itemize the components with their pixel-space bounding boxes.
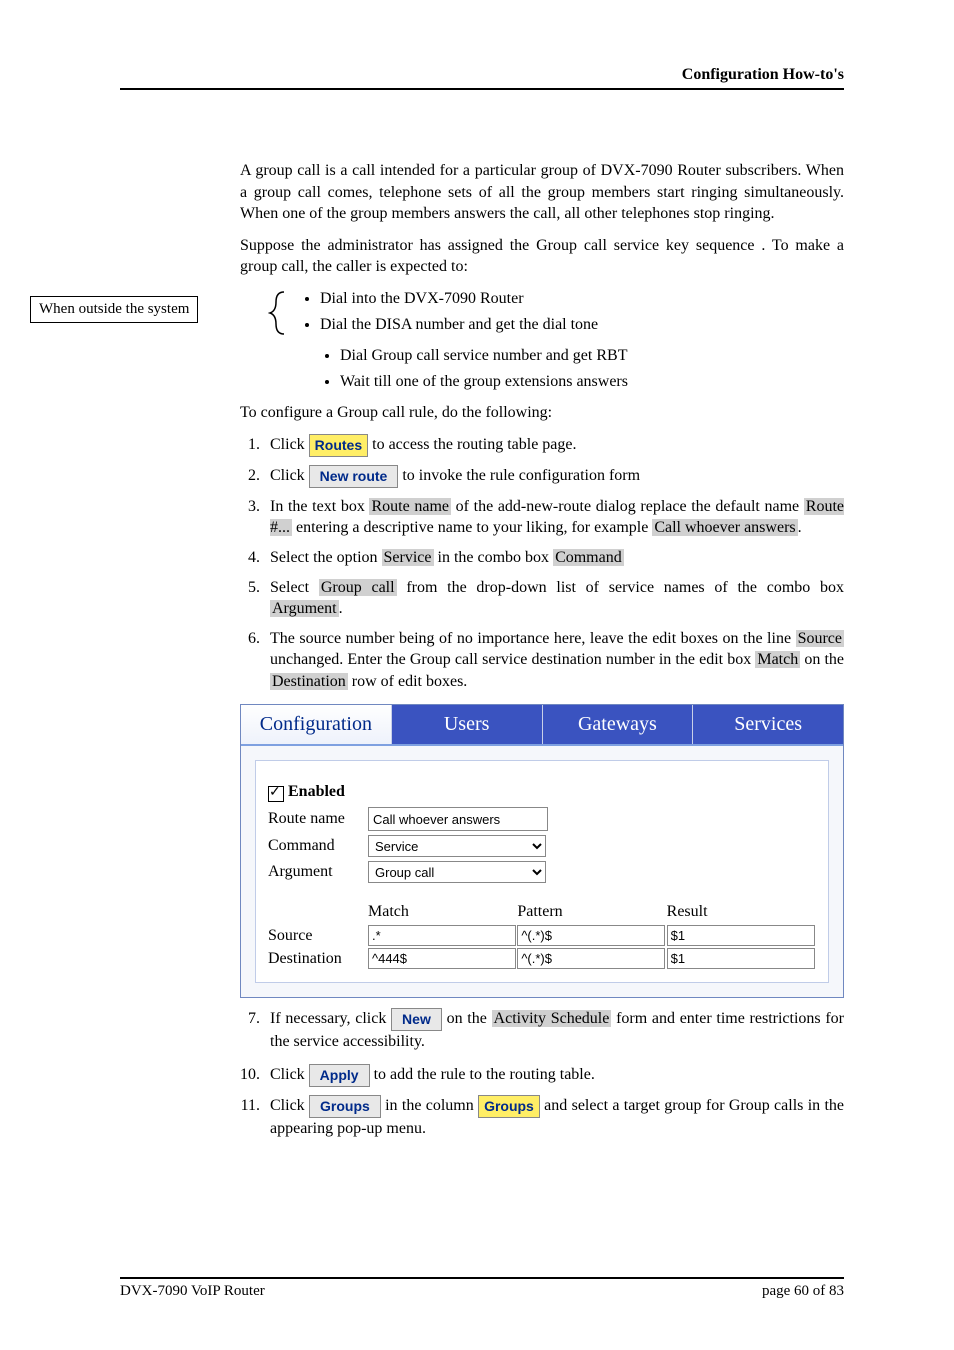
bullet-item: Dial into the DVX-7090 Router <box>320 288 844 310</box>
step-1: Click Routes to access the routing table… <box>264 434 844 457</box>
argument-label: Argument <box>268 861 368 883</box>
destination-match-input[interactable] <box>368 948 516 969</box>
bullet-item: Dial Group call service number and get R… <box>340 345 844 367</box>
destination-pattern-input[interactable] <box>517 948 665 969</box>
new-button[interactable]: New <box>391 1008 442 1031</box>
bullet-list-outer: Dial into the DVX-7090 Router Dial the D… <box>240 288 844 335</box>
command-select[interactable]: Service <box>368 835 546 857</box>
step-10: Click Apply to add the rule to the routi… <box>264 1064 844 1087</box>
config-panel: Configuration Users Gateways Services En… <box>240 704 844 997</box>
steps-list-3: Click Apply to add the rule to the routi… <box>240 1064 844 1139</box>
footer-right: page 60 of 83 <box>762 1283 844 1300</box>
source-match-input[interactable] <box>368 925 516 946</box>
enabled-label: Enabled <box>288 781 345 803</box>
command-label: Command <box>268 835 368 857</box>
step-3: In the text box Route name of the add-ne… <box>264 496 844 539</box>
tab-gateways[interactable]: Gateways <box>543 705 694 744</box>
argument-select[interactable]: Group call <box>368 861 546 883</box>
lead-configure: To configure a Group call rule, do the f… <box>240 402 844 424</box>
step-6: The source number being of no importance… <box>264 628 844 693</box>
col-match: Match <box>368 901 517 923</box>
destination-result-input[interactable] <box>667 948 815 969</box>
routes-button[interactable]: Routes <box>309 434 368 457</box>
hl-example-name: Call whoever answers <box>652 519 797 536</box>
apply-button[interactable]: Apply <box>309 1064 370 1087</box>
hl-argument: Argument <box>270 600 339 617</box>
source-result-input[interactable] <box>667 925 815 946</box>
page-footer: DVX-7090 VoIP Router page 60 of 83 <box>120 1277 844 1300</box>
hl-command: Command <box>553 549 624 566</box>
rule-bottom <box>120 1277 844 1279</box>
route-name-label: Route name <box>268 808 368 830</box>
step-2: Click New route to invoke the rule confi… <box>264 465 844 488</box>
steps-list: Click Routes to access the routing table… <box>240 434 844 693</box>
enabled-checkbox[interactable] <box>268 786 284 802</box>
destination-label: Destination <box>268 948 368 970</box>
hl-group-call: Group call <box>319 579 397 596</box>
source-label: Source <box>268 925 368 947</box>
tab-configuration[interactable]: Configuration <box>241 705 392 744</box>
route-name-input[interactable] <box>368 807 548 831</box>
section-heading: Configuration How-to's <box>120 66 844 84</box>
step-11: Click Groups in the column Groups and se… <box>264 1095 844 1139</box>
side-annotation: When outside the system <box>30 296 198 323</box>
route-form: Enabled Route name Command Service Argum… <box>255 760 829 982</box>
groups-column-button[interactable]: Groups <box>478 1095 540 1118</box>
hl-activity-schedule: Activity Schedule <box>492 1010 612 1027</box>
tab-users[interactable]: Users <box>392 705 543 744</box>
new-route-button[interactable]: New route <box>309 465 399 488</box>
hl-route-name: Route name <box>369 498 451 515</box>
hl-destination: Destination <box>270 673 348 690</box>
col-pattern: Pattern <box>517 901 666 923</box>
step-4: Select the option Service in the combo b… <box>264 547 844 569</box>
intro-p1: A group call is a call intended for a pa… <box>240 160 844 225</box>
hl-service: Service <box>382 549 434 566</box>
col-result: Result <box>667 901 816 923</box>
steps-list-2: If necessary, click New on the Activity … <box>240 1008 844 1052</box>
step-5: Select Group call from the drop-down lis… <box>264 577 844 620</box>
bullet-list-inner: Dial Group call service number and get R… <box>240 345 844 392</box>
intro-p2: Suppose the administrator has assigned t… <box>240 235 844 278</box>
tab-services[interactable]: Services <box>693 705 843 744</box>
tab-bar: Configuration Users Gateways Services <box>241 705 843 746</box>
rule-top <box>120 88 844 90</box>
bullet-item: Dial the DISA number and get the dial to… <box>320 314 844 336</box>
step-7: If necessary, click New on the Activity … <box>264 1008 844 1052</box>
groups-button[interactable]: Groups <box>309 1095 381 1118</box>
hl-source: Source <box>796 630 844 647</box>
hl-match: Match <box>755 651 800 668</box>
bullet-item: Wait till one of the group extensions an… <box>340 371 844 393</box>
footer-left: DVX-7090 VoIP Router <box>120 1283 265 1300</box>
source-pattern-input[interactable] <box>517 925 665 946</box>
